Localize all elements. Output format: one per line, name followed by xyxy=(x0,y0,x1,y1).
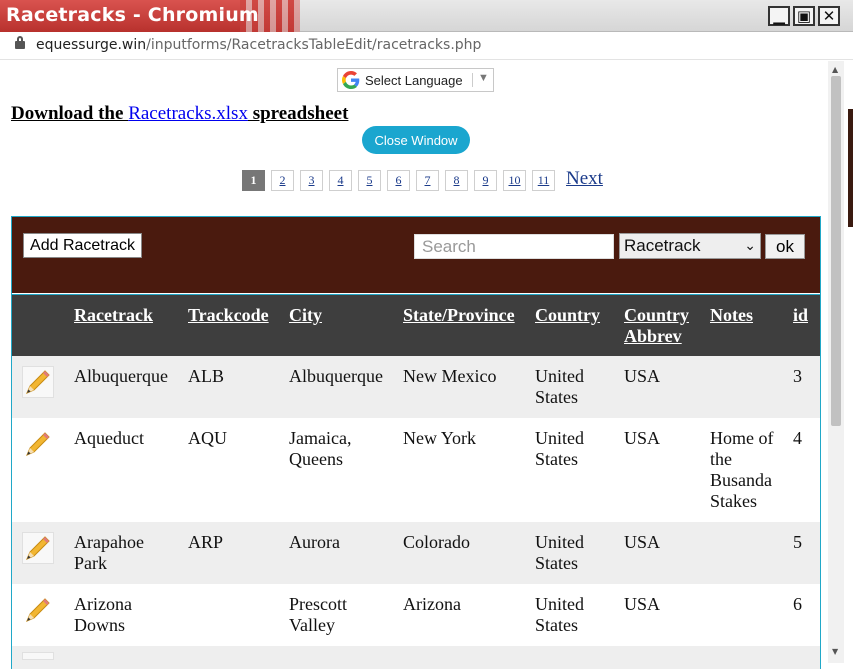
cell-country: United States xyxy=(535,428,584,469)
lock-icon[interactable] xyxy=(15,36,25,50)
column-header-notes[interactable]: Notes xyxy=(710,305,753,326)
close-window-button[interactable]: Close Window xyxy=(362,126,470,154)
page-link-4[interactable]: 4 xyxy=(329,170,352,191)
next-page-link[interactable]: Next xyxy=(566,168,603,190)
table-row: Albuquerque ALB Albuquerque New Mexico U… xyxy=(12,356,820,418)
racetracks-table-container: Add Racetrack Search Racetrack ⌄ ok Race… xyxy=(11,216,821,669)
cell-racetrack: Albuquerque xyxy=(74,366,168,386)
table-row: Aqueduct AQU Jamaica, Queens New York Un… xyxy=(12,418,820,522)
search-field-select[interactable]: Racetrack ⌄ xyxy=(619,233,761,259)
page-link-3[interactable]: 3 xyxy=(300,170,323,191)
language-selector[interactable]: Select Language ▼ xyxy=(337,68,494,92)
page-link-2[interactable]: 2 xyxy=(271,170,294,191)
cell-country-abbrev: USA xyxy=(624,366,661,386)
table-row: Arapahoe Park ARP Aurora Colorado United… xyxy=(12,522,820,584)
close-button[interactable]: ✕ xyxy=(818,6,840,26)
url-path: /inputforms/RacetracksTableEdit/racetrac… xyxy=(146,37,482,53)
download-suffix: spreadsheet xyxy=(247,103,349,124)
maximize-button[interactable]: ▣ xyxy=(793,6,815,26)
column-header-country[interactable]: Country xyxy=(535,305,600,326)
cell-country-abbrev: USA xyxy=(624,428,661,448)
page-link-10[interactable]: 10 xyxy=(503,170,526,191)
download-xlsx-link[interactable]: Racetracks.xlsx xyxy=(128,103,248,124)
url-host: equessurge.win xyxy=(36,37,147,53)
cell-trackcode: AQU xyxy=(188,428,227,448)
chevron-down-icon: ▼ xyxy=(478,72,489,84)
edit-pencil-icon[interactable] xyxy=(22,366,54,398)
page-content: Select Language ▼ Download the Racetrack… xyxy=(0,61,828,669)
window-title: Racetracks - Chromium xyxy=(6,4,259,26)
window-right-edge xyxy=(844,61,853,669)
window-titlebar: Racetracks - Chromium ▁ ▣ ✕ xyxy=(0,0,853,32)
add-racetrack-button[interactable]: Add Racetrack xyxy=(23,233,142,258)
column-header-country-abbrev[interactable]: Country Abbrev xyxy=(624,305,694,347)
edit-pencil-icon[interactable] xyxy=(22,532,54,564)
cell-state: Colorado xyxy=(403,532,470,552)
url-text[interactable]: equessurge.win/inputforms/RacetracksTabl… xyxy=(36,37,481,53)
page-link-6[interactable]: 6 xyxy=(387,170,410,191)
cell-country: United States xyxy=(535,366,584,407)
cell-id: 4 xyxy=(793,428,802,448)
chevron-down-icon: ⌄ xyxy=(744,237,756,253)
cell-racetrack: Aqueduct xyxy=(74,428,144,448)
search-ok-button[interactable]: ok xyxy=(765,234,805,259)
cell-country: United States xyxy=(535,532,584,573)
edit-pencil-icon[interactable] xyxy=(22,594,54,626)
cell-city: Aurora xyxy=(289,532,340,552)
cell-state: Arizona xyxy=(403,594,461,614)
page-link-8[interactable]: 8 xyxy=(445,170,468,191)
scroll-up-icon[interactable]: ▲ xyxy=(832,65,838,74)
scroll-down-icon[interactable]: ▼ xyxy=(832,647,838,656)
cell-country-abbrev: USA xyxy=(624,532,661,552)
download-prefix: Download the xyxy=(11,103,129,124)
cell-state: New Mexico xyxy=(403,366,497,386)
page-link-7[interactable]: 7 xyxy=(416,170,439,191)
cell-country: United States xyxy=(535,594,584,635)
search-field-select-value: Racetrack xyxy=(624,236,701,255)
cell-city: Prescott Valley xyxy=(289,594,347,635)
column-header-racetrack[interactable]: Racetrack xyxy=(74,305,153,326)
cell-trackcode: ALB xyxy=(188,366,224,386)
cell-trackcode: ARP xyxy=(188,532,224,552)
page-link-11[interactable]: 11 xyxy=(532,170,555,191)
address-bar[interactable]: equessurge.win/inputforms/RacetracksTabl… xyxy=(0,32,853,60)
page-link-1[interactable]: 1 xyxy=(242,170,265,191)
search-input[interactable]: Search xyxy=(414,234,614,259)
cell-racetrack: Arizona Downs xyxy=(74,594,132,635)
scrollbar-thumb[interactable] xyxy=(831,76,841,426)
cell-notes: Home of the Busanda Stakes xyxy=(710,428,774,511)
cell-state: New York xyxy=(403,428,477,448)
cell-city: Jamaica, Queens xyxy=(289,428,352,469)
column-header-id[interactable]: id xyxy=(793,305,808,326)
cell-id: 6 xyxy=(793,594,802,614)
cell-country-abbrev: USA xyxy=(624,594,661,614)
vertical-scrollbar[interactable]: ▲ ▼ xyxy=(828,61,844,663)
column-header-state[interactable]: State/Province xyxy=(403,305,515,326)
page-link-9[interactable]: 9 xyxy=(474,170,497,191)
cell-id: 3 xyxy=(793,366,802,386)
edit-pencil-icon[interactable] xyxy=(22,652,54,660)
cell-city: Albuquerque xyxy=(289,366,383,386)
google-g-icon xyxy=(342,71,360,89)
page-link-5[interactable]: 5 xyxy=(358,170,381,191)
column-header-trackcode[interactable]: Trackcode xyxy=(188,305,269,326)
table-row: Arizona Downs Prescott Valley Arizona Un… xyxy=(12,584,820,646)
table-header: Racetrack Trackcode City State/Province … xyxy=(12,294,820,356)
download-line: Download the Racetracks.xlsx spreadsheet xyxy=(11,103,348,125)
language-selector-label: Select Language xyxy=(365,73,463,88)
table-row-partial xyxy=(12,646,820,669)
edit-pencil-icon[interactable] xyxy=(22,428,54,460)
table-toolbar: Add Racetrack Search Racetrack ⌄ ok xyxy=(12,217,820,293)
cell-id: 5 xyxy=(793,532,802,552)
cell-racetrack: Arapahoe Park xyxy=(74,532,144,573)
column-header-city[interactable]: City xyxy=(289,305,322,326)
minimize-button[interactable]: ▁ xyxy=(768,6,790,26)
